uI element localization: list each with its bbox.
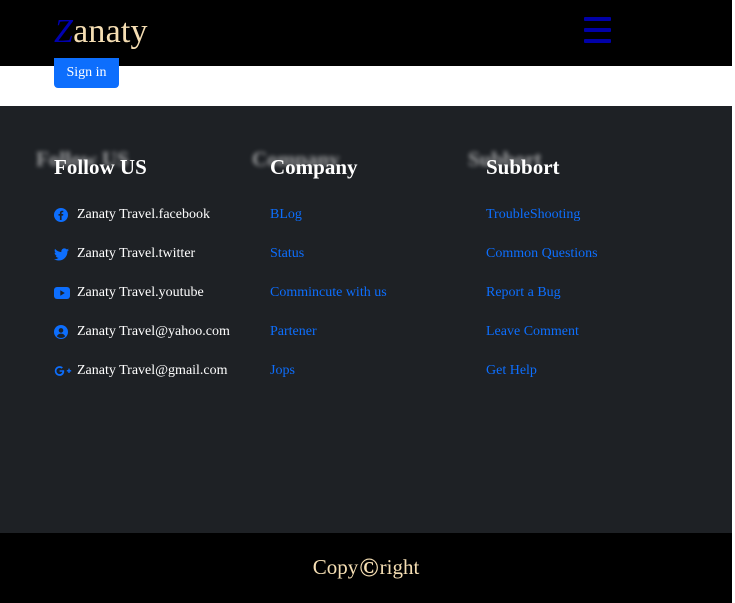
list-item: BLog — [270, 202, 470, 241]
list-item: Common Questions — [486, 241, 686, 280]
sign-in-button[interactable]: Sign in — [54, 58, 119, 88]
social-link-facebook[interactable]: Zanaty Travel.facebook — [54, 202, 254, 241]
list-item: Jops — [270, 358, 470, 397]
brand-logo[interactable]: Zanaty — [54, 10, 148, 54]
support-link-common-questions[interactable]: Common Questions — [486, 246, 598, 261]
copyright-prefix: Copy — [312, 555, 359, 579]
social-link-label: Zanaty Travel@yahoo.com — [77, 324, 230, 339]
support-link-leave-comment[interactable]: Leave Comment — [486, 324, 579, 339]
list-item: TroubleShooting — [486, 202, 686, 241]
company-link-blog[interactable]: BLog — [270, 207, 302, 222]
list-item: Commincute with us — [270, 280, 470, 319]
site-footer: Follow US Follow US Zanaty Travel.facebo… — [0, 106, 732, 533]
youtube-icon — [54, 280, 72, 306]
company-links-list: BLog Status Commincute with us Partener … — [270, 202, 470, 397]
copyright-icon: © — [359, 553, 379, 582]
support-link-report-bug[interactable]: Report a Bug — [486, 285, 561, 300]
social-link-label: Zanaty Travel.youtube — [77, 285, 204, 300]
brand-initial: Z — [54, 13, 74, 50]
copyright-suffix: right — [379, 555, 420, 579]
list-item: Report a Bug — [486, 280, 686, 319]
social-link-yahoo[interactable]: Zanaty Travel@yahoo.com — [54, 319, 254, 358]
support-heading: Subbort Subbort — [468, 147, 686, 182]
social-link-twitter[interactable]: Zanaty Travel.twitter — [54, 241, 254, 280]
company-link-contact[interactable]: Commincute with us — [270, 285, 387, 300]
social-link-label: Zanaty Travel@gmail.com — [77, 363, 228, 378]
list-item: Get Help — [486, 358, 686, 397]
brand-name: anaty — [73, 13, 148, 50]
copyright-text: Copy©right — [0, 551, 732, 584]
list-item: Status — [270, 241, 470, 280]
company-link-partner[interactable]: Partener — [270, 324, 317, 339]
follow-us-column: Follow US Follow US Zanaty Travel.facebo… — [36, 147, 254, 397]
social-links-list: Zanaty Travel.facebook Zanaty Travel.twi… — [54, 202, 254, 397]
follow-us-heading: Follow US Follow US — [36, 147, 254, 182]
support-links-list: TroubleShooting Common Questions Report … — [486, 202, 686, 397]
signin-section: Sign in — [0, 58, 732, 106]
support-heading-text: Subbort — [486, 155, 560, 179]
google-plus-icon — [54, 358, 72, 384]
company-link-status[interactable]: Status — [270, 246, 304, 261]
social-link-youtube[interactable]: Zanaty Travel.youtube — [54, 280, 254, 319]
menu-bar — [584, 28, 611, 32]
company-link-jobs[interactable]: Jops — [270, 363, 295, 378]
support-column: Subbort Subbort TroubleShooting Common Q… — [468, 147, 686, 397]
social-link-label: Zanaty Travel.facebook — [77, 207, 210, 222]
facebook-icon — [54, 202, 72, 228]
copyright-bar: Copy©right — [0, 533, 732, 603]
list-item: Leave Comment — [486, 319, 686, 358]
follow-us-heading-text: Follow US — [54, 155, 147, 179]
menu-bar — [584, 17, 611, 21]
company-heading: Company Company — [252, 147, 470, 182]
social-link-gmail[interactable]: Zanaty Travel@gmail.com — [54, 358, 254, 397]
company-column: Company Company BLog Status Commincute w… — [252, 147, 470, 397]
list-item: Partener — [270, 319, 470, 358]
menu-bar — [584, 39, 611, 43]
top-navbar: Zanaty — [0, 0, 732, 66]
support-link-troubleshooting[interactable]: TroubleShooting — [486, 207, 580, 222]
twitter-icon — [54, 241, 72, 267]
company-heading-text: Company — [270, 155, 358, 179]
hamburger-menu-icon[interactable] — [584, 17, 611, 43]
social-link-label: Zanaty Travel.twitter — [77, 246, 196, 261]
user-circle-icon — [54, 319, 72, 345]
support-link-get-help[interactable]: Get Help — [486, 363, 537, 378]
